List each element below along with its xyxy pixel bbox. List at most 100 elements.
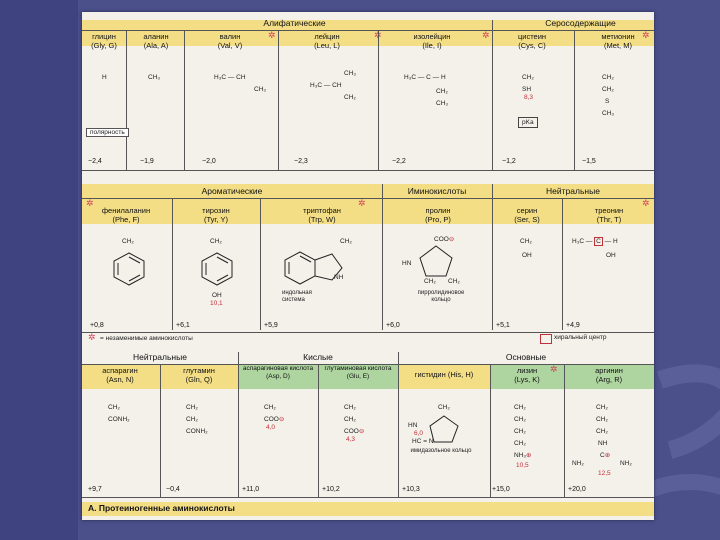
col-divider — [278, 30, 279, 170]
legend-essential: = незаменимые аминокислоты — [100, 335, 193, 342]
pol-met: −1,5 — [582, 158, 596, 165]
arg-c: C⊕ — [600, 452, 611, 459]
essential-star-lys: ✲ — [550, 364, 558, 374]
cys-pka: 8,3 — [524, 94, 534, 101]
aa-gln: глутамин (Gln, Q) — [183, 366, 215, 384]
essential-star-met: ✲ — [642, 30, 650, 40]
lys-pka: 10,5 — [516, 462, 529, 469]
trp-indole-ring — [284, 251, 343, 285]
col-divider — [184, 30, 185, 170]
ile-ch3: CH₃ — [436, 100, 449, 107]
group-imino: Иминокислоты — [407, 186, 467, 196]
lys-ch2-1: CH₂ — [514, 404, 526, 411]
asn-conh2: CONH₂ — [108, 416, 130, 423]
essential-star-phe: ✲ — [86, 198, 94, 208]
arg-nh2-left: NH₂ — [572, 460, 584, 467]
pol-glu: +10,2 — [322, 486, 340, 493]
col-divider — [126, 30, 127, 170]
col-divider — [492, 20, 493, 170]
asp-coo: COO⊖ — [264, 416, 285, 423]
aa-ser: серин (Ser, S) — [514, 206, 540, 224]
pol-trp: +5,9 — [264, 322, 278, 329]
pol-arg: +20,0 — [568, 486, 586, 493]
pro-ch2-1: CH₂ — [424, 278, 436, 285]
pka-label: pKa — [518, 117, 538, 128]
pol-lys: +15,0 — [492, 486, 510, 493]
his-pka: 6,0 — [414, 430, 424, 437]
gln-ch2-1: CH₂ — [186, 404, 198, 411]
pol-phe: +0,8 — [90, 322, 104, 329]
thr-side: H₃C — C — H — [572, 237, 618, 246]
col-divider — [574, 30, 575, 170]
group-aromatic: Ароматические — [201, 186, 263, 196]
essential-star-trp: ✲ — [358, 198, 366, 208]
met-ch3: CH₃ — [602, 110, 615, 117]
phe-benzene-ring — [113, 252, 145, 286]
aa-asp: аспарагиновая кислота (Asp, D) — [242, 365, 314, 380]
his-hn: HN — [408, 422, 418, 429]
group-sulfur: Серосодержащие — [545, 18, 616, 28]
arg-ch2-2: CH₂ — [596, 416, 608, 423]
tyr-ch2: CH₂ — [210, 238, 222, 245]
aa-asn: аспарагин (Asn, N) — [102, 366, 138, 384]
thr-oh: OH — [606, 252, 616, 259]
aa-leu: лейцин (Leu, L) — [314, 32, 340, 50]
arg-nh2-right: NH₂ — [620, 460, 632, 467]
aa-ile: изолейцин (Ile, I) — [413, 32, 451, 50]
val-ch3: CH₃ — [254, 86, 267, 93]
col-divider — [378, 30, 379, 170]
gln-ch2-2: CH₂ — [186, 416, 198, 423]
his-hc-n: HC = N — [412, 438, 434, 445]
gln-conh2: CONH₂ — [186, 428, 208, 435]
arg-ch2-1: CH₂ — [596, 404, 608, 411]
col-divider — [382, 184, 383, 330]
lys-nh3: NH₃⊕ — [514, 452, 532, 459]
pyrrolidine-label: пирролидиновое кольцо — [417, 290, 465, 303]
asp-pka: 4,0 — [266, 424, 276, 431]
aa-val: валин (Val, V) — [217, 32, 243, 50]
aa-his: гистидин (His, H) — [414, 370, 474, 379]
pol-thr: +4,9 — [566, 322, 580, 329]
col-divider — [492, 184, 493, 330]
pol-his: +10,3 — [402, 486, 420, 493]
aa-thr: треонин (Thr, T) — [594, 206, 624, 224]
col-divider — [398, 352, 399, 497]
ile-side: H₃C — C — H — [404, 74, 446, 81]
aa-ala: аланин (Ala, A) — [143, 32, 169, 50]
pol-val: −2,0 — [202, 158, 216, 165]
leu-side: H₃C — CH — [310, 82, 342, 89]
aa-phe: фенилаланин (Phe, F) — [101, 206, 151, 224]
cys-ch2: CH₂ — [522, 74, 534, 81]
pol-gly: −2,4 — [88, 158, 102, 165]
gly-side-h: H — [102, 74, 107, 81]
pol-tyr: +6,1 — [176, 322, 190, 329]
col-divider — [260, 198, 261, 330]
leu-ch2: CH₂ — [344, 94, 356, 101]
arg-pka: 12,5 — [598, 470, 611, 477]
polarity-axis — [82, 170, 654, 171]
col-divider — [490, 365, 491, 497]
tyr-oh: OH — [212, 292, 222, 299]
asn-ch2: CH₂ — [108, 404, 120, 411]
col-divider — [238, 352, 239, 497]
pol-ser: +5,1 — [496, 322, 510, 329]
pol-leu: −2,3 — [294, 158, 308, 165]
trp-nh: NH — [334, 274, 344, 281]
arg-nh: NH — [598, 440, 608, 447]
phe-ch2: CH₂ — [122, 238, 134, 245]
pol-ile: −2,2 — [392, 158, 406, 165]
met-ch2-1: CH₂ — [602, 74, 614, 81]
met-ch2-2: CH₂ — [602, 86, 614, 93]
imidazole-label: имидазольное кольцо — [410, 448, 472, 454]
asp-ch2: CH₂ — [264, 404, 276, 411]
amino-acid-table: Алифатические Серосодержащие глицин (Gly,… — [82, 12, 654, 520]
col-divider — [318, 365, 319, 497]
arg-ch2-3: CH₂ — [596, 428, 608, 435]
essential-star-val: ✲ — [268, 30, 276, 40]
ser-ch2: CH₂ — [520, 238, 532, 245]
aa-gly: глицин (Gly, G) — [91, 32, 117, 50]
glu-ch2-1: CH₂ — [344, 404, 356, 411]
met-s: S — [605, 98, 610, 105]
col-divider — [160, 365, 161, 497]
pol-cys: −1,2 — [502, 158, 516, 165]
